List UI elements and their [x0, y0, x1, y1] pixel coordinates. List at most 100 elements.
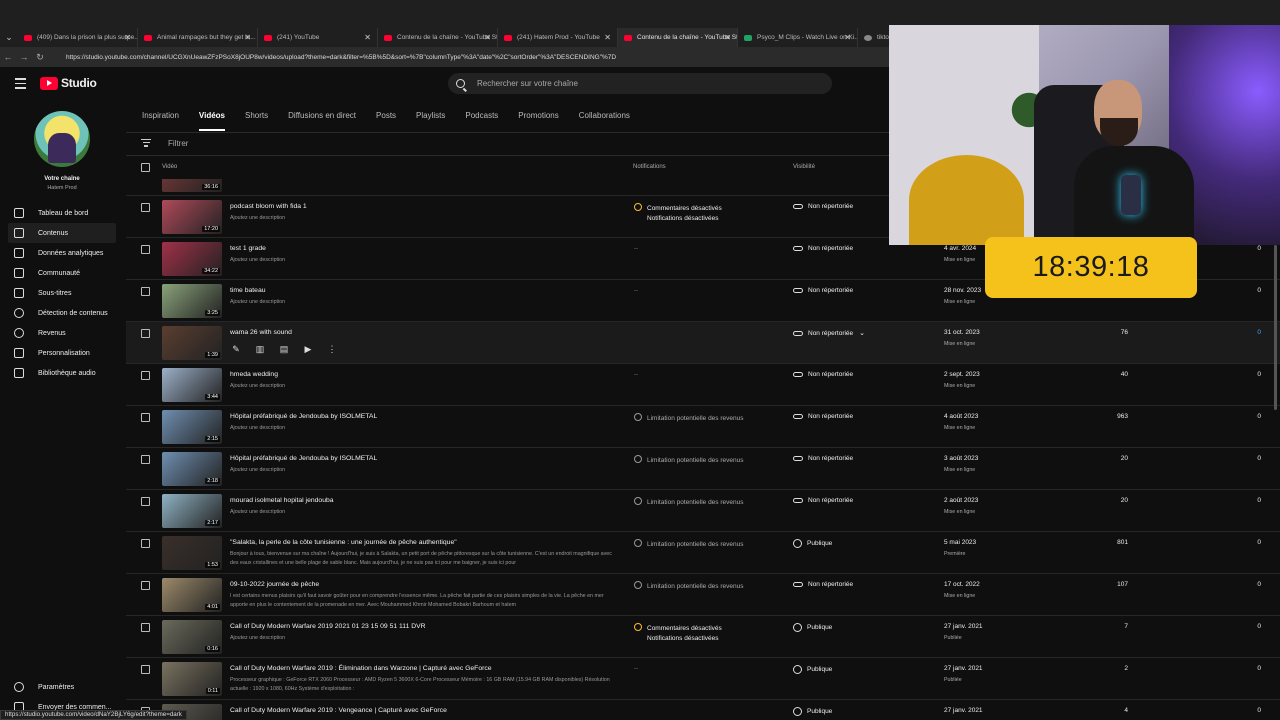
sidebar-item[interactable]: Tableau de bord [8, 203, 116, 223]
content-tab[interactable]: Diffusions en direct [288, 111, 356, 127]
video-title[interactable]: wama 26 with sound [230, 329, 292, 336]
analytics-icon[interactable]: ▥ [254, 343, 266, 355]
sidebar-item[interactable]: Contenus [8, 223, 116, 243]
video-thumbnail[interactable]: 3:25 [162, 284, 222, 318]
table-row[interactable]: 3:44 hmeda wedding Ajoutez une description… [126, 364, 1280, 406]
video-title[interactable]: podcast bloom with fida 1 [230, 203, 307, 210]
search-input[interactable] [477, 79, 777, 88]
visibility-status[interactable]: Non répertoriée [793, 497, 853, 504]
youtube-view-icon[interactable]: ▶ [302, 343, 314, 355]
row-checkbox[interactable] [141, 371, 150, 380]
visibility-status[interactable]: Non répertoriée [793, 581, 853, 588]
table-row[interactable]: Call of Duty Modern Warfare 2019 : Venge… [126, 700, 1280, 720]
sidebar-item[interactable]: Détection de contenus [8, 303, 116, 323]
table-row[interactable]: 0:16 Call of Duty Modern Warfare 2019 202… [126, 616, 1280, 658]
back-icon[interactable]: ← [0, 52, 16, 62]
video-title[interactable]: Call of Duty Modern Warfare 2019 : Élimi… [230, 665, 492, 672]
sidebar-item[interactable]: Communauté [8, 263, 116, 283]
visibility-status[interactable]: Non répertoriée [793, 371, 853, 378]
sidebar-item[interactable]: Sous-titres [8, 283, 116, 303]
video-thumbnail[interactable]: 1:53 [162, 536, 222, 570]
close-tab-icon[interactable]: ✕ [604, 33, 611, 42]
visibility-status[interactable]: Publique [793, 707, 832, 716]
studio-logo[interactable]: Studio [40, 76, 97, 90]
row-checkbox[interactable] [141, 203, 150, 212]
video-thumbnail[interactable]: 3:44 [162, 368, 222, 402]
table-row[interactable]: 2:18 Hôpital préfabriqué de Jendouba by I… [126, 448, 1280, 490]
content-tab[interactable]: Vidéos [198, 111, 226, 131]
column-visibility[interactable]: Visibilité [793, 164, 815, 170]
video-thumbnail[interactable]: 4:01 [162, 578, 222, 612]
sidebar-item[interactable]: Paramètres [8, 677, 116, 697]
table-row[interactable]: 4:01 09-10-2022 journée de pêche I est cer… [126, 574, 1280, 616]
content-tab[interactable]: Posts [376, 111, 396, 127]
video-thumbnail[interactable]: 0:11 [162, 662, 222, 696]
sidebar-item[interactable]: Données analytiques [8, 243, 116, 263]
browser-tab[interactable]: Contenu de la chaîne - YouTube St... ✕ [618, 28, 738, 47]
row-checkbox[interactable] [141, 287, 150, 296]
video-thumbnail[interactable]: 36:16 [162, 179, 222, 192]
browser-tab[interactable]: (409) Dans la prison la plus surpe... ✕ [18, 28, 138, 47]
row-checkbox[interactable] [141, 623, 150, 632]
visibility-status[interactable]: Publique [793, 539, 832, 548]
close-tab-icon[interactable]: ✕ [124, 33, 131, 42]
row-checkbox[interactable] [141, 245, 150, 254]
video-title[interactable]: Call of Duty Modern Warfare 2019 2021 01… [230, 623, 426, 630]
table-row[interactable]: 2:15 Hôpital préfabriqué de Jendouba by I… [126, 406, 1280, 448]
row-checkbox[interactable] [141, 497, 150, 506]
search-bar[interactable] [448, 73, 832, 94]
close-tab-icon[interactable]: ✕ [484, 33, 491, 42]
scrollbar[interactable] [1274, 245, 1277, 410]
browser-tab[interactable]: Animal rampages but they get in... ✕ [138, 28, 258, 47]
table-row[interactable]: 1:39 wama 26 with sound ✎ ▥ ▤ ▶ ⋮ Non répertori… [126, 322, 1280, 364]
menu-icon[interactable] [15, 78, 26, 92]
chevron-down-icon[interactable]: ⌄ [859, 329, 865, 337]
content-tab[interactable]: Shorts [245, 111, 268, 127]
video-thumbnail[interactable]: 2:15 [162, 410, 222, 444]
row-checkbox[interactable] [141, 455, 150, 464]
table-row[interactable]: 1:53 "Salakta, la perle de la côte tunisi… [126, 532, 1280, 574]
visibility-status[interactable]: Publique [793, 623, 832, 632]
close-tab-icon[interactable]: ✕ [244, 33, 251, 42]
video-thumbnail[interactable]: 0:16 [162, 620, 222, 654]
video-title[interactable]: Hôpital préfabriqué de Jendouba by ISOLM… [230, 455, 377, 462]
close-tab-icon[interactable]: ✕ [724, 33, 731, 42]
close-tab-icon[interactable]: ✕ [844, 33, 851, 42]
visibility-status[interactable]: Non répertoriée ⌄ [793, 329, 865, 337]
video-title[interactable]: hmeda wedding [230, 371, 278, 378]
video-thumbnail[interactable]: 2:18 [162, 452, 222, 486]
sidebar-item[interactable]: Revenus [8, 323, 116, 343]
comment-count[interactable]: 0 [1216, 329, 1261, 336]
visibility-status[interactable]: Non répertoriée [793, 287, 853, 294]
video-title[interactable]: Hôpital préfabriqué de Jendouba by ISOLM… [230, 413, 377, 420]
table-row[interactable]: 0:11 Call of Duty Modern Warfare 2019 : É… [126, 658, 1280, 700]
visibility-status[interactable]: Non répertoriée [793, 245, 853, 252]
video-title[interactable]: time bateau [230, 287, 266, 294]
search-icon[interactable] [456, 79, 465, 88]
filter-icon[interactable] [141, 139, 151, 149]
sidebar-item[interactable]: Personnalisation [8, 343, 116, 363]
visibility-status[interactable]: Non répertoriée [793, 203, 853, 210]
video-title[interactable]: "Salakta, la perle de la côte tunisienne… [230, 539, 457, 546]
tab-search-icon[interactable]: ⌄ [0, 28, 18, 47]
video-thumbnail[interactable]: 34:22 [162, 242, 222, 276]
content-tab[interactable]: Playlists [416, 111, 445, 127]
row-checkbox[interactable] [141, 329, 150, 338]
content-tab[interactable]: Promotions [518, 111, 558, 127]
video-title[interactable]: test 1 grade [230, 245, 266, 252]
video-thumbnail[interactable]: 17:20 [162, 200, 222, 234]
browser-tab[interactable]: (241) Hatem Prod - YouTube ✕ [498, 28, 618, 47]
close-tab-icon[interactable]: ✕ [364, 33, 371, 42]
select-all-checkbox[interactable] [141, 163, 150, 172]
video-title[interactable]: Call of Duty Modern Warfare 2019 : Venge… [230, 707, 447, 714]
row-checkbox[interactable] [141, 665, 150, 674]
visibility-status[interactable]: Non répertoriée [793, 455, 853, 462]
visibility-status[interactable]: Non répertoriée [793, 413, 853, 420]
content-tab[interactable]: Collaborations [579, 111, 630, 127]
filter-label[interactable]: Filtrer [168, 139, 188, 148]
visibility-status[interactable]: Publique [793, 665, 832, 674]
row-checkbox[interactable] [141, 413, 150, 422]
video-thumbnail[interactable]: 1:39 [162, 326, 222, 360]
row-checkbox[interactable] [141, 539, 150, 548]
table-row[interactable]: 2:17 mourad isolmetal hopital jendouba Ajo… [126, 490, 1280, 532]
